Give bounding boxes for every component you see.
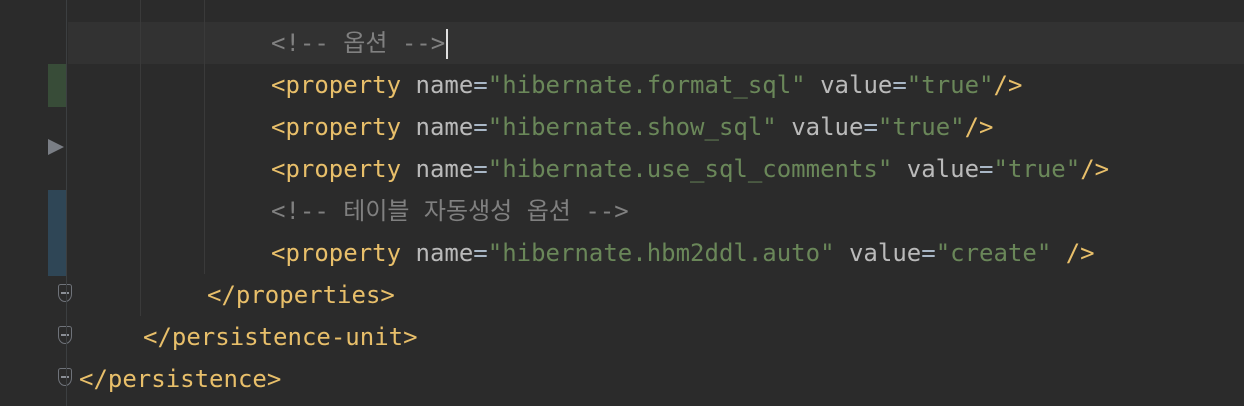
xml-attr-name: name xyxy=(415,71,474,99)
xml-attr-name: value xyxy=(791,113,864,141)
gutter-separator xyxy=(66,0,67,406)
code-line-property[interactable]: <property name="hibernate.show_sql" valu… xyxy=(271,106,994,148)
xml-tag-close: /> xyxy=(1080,155,1110,183)
xml-attr-value: "hibernate.hbm2ddl.auto" xyxy=(487,239,835,267)
xml-tag-close: </persistence> xyxy=(79,365,282,393)
code-line-property[interactable]: <property name="hibernate.use_sql_commen… xyxy=(271,148,1109,190)
code-line-property[interactable]: <property name="hibernate.format_sql" va… xyxy=(271,64,1022,106)
xml-tag-close: /> xyxy=(1051,239,1095,267)
xml-attr-value: "hibernate.show_sql" xyxy=(487,113,777,141)
xml-tag-open: <property xyxy=(271,155,402,183)
run-gutter-icon[interactable] xyxy=(48,139,64,155)
code-line-comment[interactable]: <!-- 옵션 --> xyxy=(271,22,449,64)
xml-attr-name: value xyxy=(820,71,893,99)
xml-attr-value: "hibernate.use_sql_comments" xyxy=(487,155,893,183)
xml-attr-value: "true" xyxy=(877,113,965,141)
change-marker-added[interactable] xyxy=(48,190,66,276)
xml-attr-name: name xyxy=(415,113,474,141)
code-editor[interactable]: <!-- 옵션 --> <property name="hibernate.fo… xyxy=(68,0,1244,406)
xml-attr-name: name xyxy=(415,155,474,183)
current-line-highlight xyxy=(68,22,1244,64)
xml-tag-open: <property xyxy=(271,113,402,141)
indent-guide xyxy=(140,0,141,316)
indent-guide xyxy=(204,0,205,274)
xml-attr-value: "hibernate.format_sql" xyxy=(487,71,806,99)
code-line-close-properties[interactable]: </properties> xyxy=(207,274,395,316)
xml-attr-value: "true" xyxy=(906,71,994,99)
code-line-comment[interactable]: <!-- 테이블 자동생성 옵션 --> xyxy=(271,190,629,232)
text-caret xyxy=(446,29,449,59)
code-line-close-persistence-unit[interactable]: </persistence-unit> xyxy=(143,316,418,358)
xml-tag-open: <property xyxy=(271,71,402,99)
xml-attr-value: "true" xyxy=(993,155,1081,183)
code-line-property[interactable]: <property name="hibernate.hbm2ddl.auto" … xyxy=(271,232,1095,274)
xml-tag-close: /> xyxy=(993,71,1023,99)
xml-attr-name: value xyxy=(906,155,980,183)
xml-attr-value: "create" xyxy=(935,239,1052,267)
xml-tag-close: </properties> xyxy=(207,281,395,309)
xml-comment: <!-- 옵션 --> xyxy=(271,29,446,57)
code-line-close-persistence[interactable]: </persistence> xyxy=(79,358,281,400)
xml-tag-close: /> xyxy=(964,113,994,141)
xml-comment: <!-- 테이블 자동생성 옵션 --> xyxy=(271,197,629,225)
xml-attr-name: value xyxy=(848,239,922,267)
change-marker-modified[interactable] xyxy=(48,64,66,107)
xml-tag-close: </persistence-unit> xyxy=(143,323,418,351)
editor-gutter xyxy=(0,0,72,406)
xml-attr-name: name xyxy=(415,239,474,267)
xml-tag-open: <property xyxy=(271,239,402,267)
